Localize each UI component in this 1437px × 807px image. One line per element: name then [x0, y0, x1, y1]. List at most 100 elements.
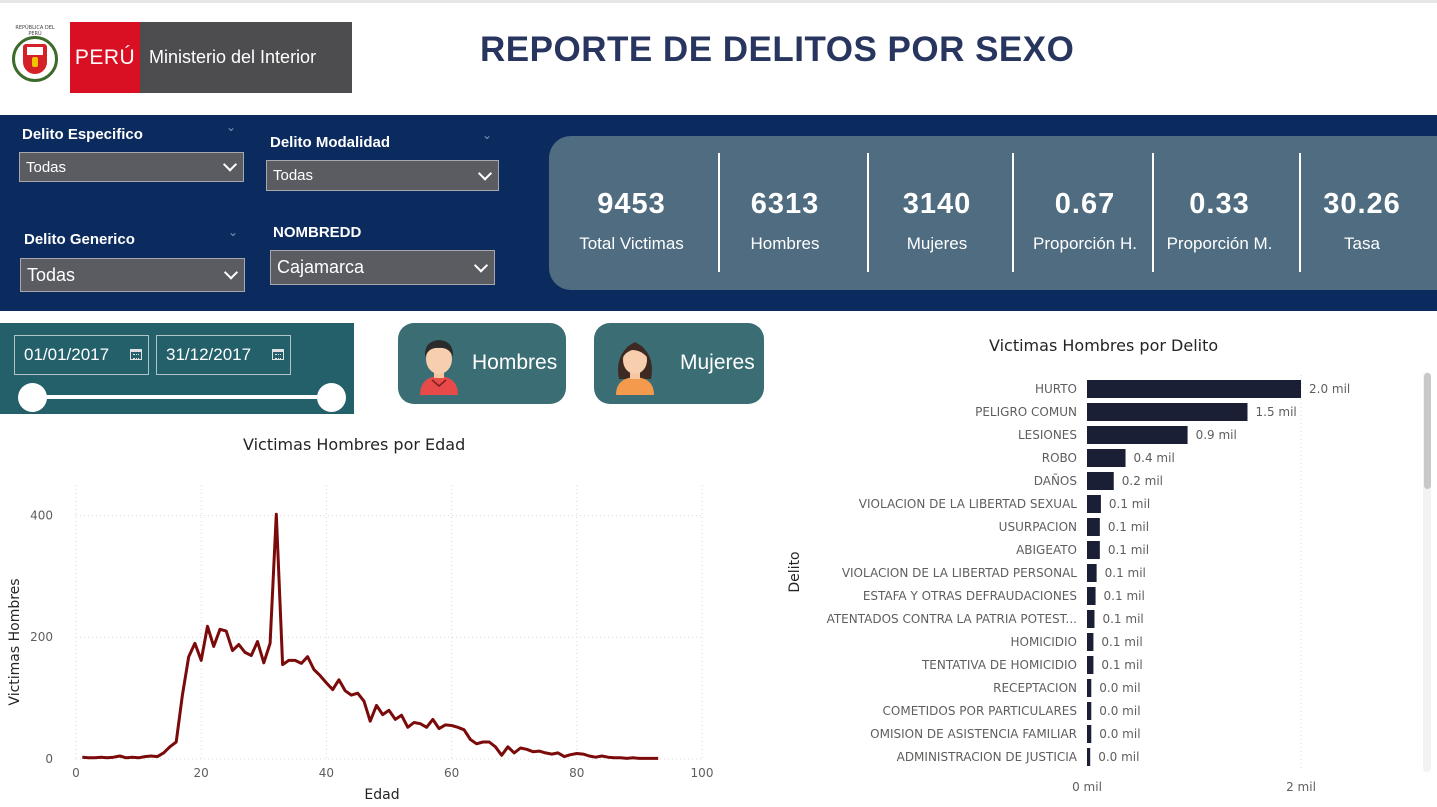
series-line-victimas-hombres — [82, 512, 659, 760]
y-tick-label: 200 — [30, 630, 53, 644]
date-slider-end-handle[interactable] — [317, 383, 346, 412]
bar — [1087, 702, 1092, 720]
data-label: 0.0 mil — [1099, 704, 1140, 718]
x-axis-label: Edad — [364, 787, 399, 803]
kpi-label: Proporción M. — [1166, 234, 1273, 253]
dropdown-nombredd[interactable]: Cajamarca — [270, 250, 495, 285]
x-tick-label: 40 — [319, 766, 334, 780]
category-label: LESIONES — [1018, 428, 1077, 442]
kpi-divider — [867, 153, 869, 272]
dropdown-delito-especifico[interactable]: Todas — [19, 152, 244, 182]
category-label: DAÑOS — [1034, 473, 1077, 488]
data-label: 0.0 mil — [1099, 681, 1140, 695]
x-tick-label: 60 — [444, 766, 459, 780]
bar — [1087, 449, 1126, 467]
bar — [1087, 472, 1114, 490]
peru-crest-icon: REPÚBLICA DEL PERÚ — [6, 22, 64, 93]
data-label: 0.1 mil — [1101, 635, 1142, 649]
top-border — [0, 0, 1437, 3]
peru-brand: PERÚ — [70, 22, 140, 93]
bar — [1087, 633, 1094, 651]
dropdown-delito-generico[interactable]: Todas — [20, 258, 245, 292]
category-label: VIOLACION DE LA LIBERTAD PERSONAL — [842, 566, 1077, 580]
date-range-slicer: 01/01/2017 31/12/2017 — [0, 323, 354, 414]
bar-chart-delito: HURTO 2.0 mil PELIGRO COMUN 1.5 mil LESIONES… — [787, 375, 1350, 794]
kpi-value: 9453 — [597, 188, 666, 220]
start-date-input[interactable]: 01/01/2017 — [14, 335, 149, 375]
kpi-mujeres: 3140 Mujeres — [871, 136, 1003, 290]
chevron-down-icon[interactable]: ⌄ — [226, 120, 236, 134]
kpi-label: Hombres — [750, 234, 820, 253]
chevron-down-icon — [473, 257, 489, 273]
dropdown-value: Todas — [26, 158, 67, 176]
kpi-panel: 9453 Total Victimas 6313 Hombres 3140 Mu… — [549, 136, 1437, 290]
category-label: HURTO — [1035, 382, 1077, 396]
date-slider-track[interactable] — [32, 395, 331, 399]
category-label: ADMINISTRACION DE JUSTICIA — [897, 750, 1078, 764]
data-label: 0.1 mil — [1108, 543, 1149, 557]
data-label: 0.1 mil — [1108, 520, 1149, 534]
calendar-icon[interactable] — [272, 349, 284, 360]
kpi-value: 6313 — [750, 188, 820, 220]
bar-chart-scroll-thumb[interactable] — [1424, 373, 1431, 489]
kpi-label: Tasa — [1344, 234, 1380, 253]
y-axis-label: Delito — [787, 551, 803, 592]
y-tick-label: 400 — [30, 508, 53, 522]
kpi-label: Mujeres — [906, 234, 968, 253]
chevron-down-icon[interactable]: ⌄ — [228, 225, 238, 239]
ministry-logo: REPÚBLICA DEL PERÚ PERÚ Ministerio del I… — [6, 22, 352, 93]
category-label: OMISION DE ASISTENCIA FAMILIAR — [870, 727, 1077, 741]
category-label: ABIGEATO — [1016, 543, 1077, 557]
x-tick-label: 2 mil — [1286, 780, 1316, 794]
bar — [1087, 679, 1092, 697]
slicer-label-delito-especifico: Delito Especifico — [22, 126, 143, 143]
data-label: 0.9 mil — [1196, 428, 1237, 442]
mujeres-button[interactable]: Mujeres — [594, 323, 764, 404]
kpi-proporcion-h: 0.67 Proporción H. — [1021, 136, 1149, 290]
date-slider-start-handle[interactable] — [18, 383, 47, 412]
end-date-input[interactable]: 31/12/2017 — [156, 335, 291, 375]
bar — [1087, 610, 1095, 628]
category-label: ATENTADOS CONTRA LA PATRIA POTEST... — [827, 612, 1077, 626]
data-label: 0.1 mil — [1104, 589, 1145, 603]
data-label: 1.5 mil — [1256, 405, 1297, 419]
bar — [1087, 725, 1092, 743]
bar — [1087, 495, 1101, 513]
bar-chart-title: Victimas Hombres por Delito — [989, 336, 1219, 355]
dashboard-page: REPÚBLICA DEL PERÚ PERÚ Ministerio del I… — [0, 0, 1437, 807]
end-date-value: 31/12/2017 — [166, 345, 252, 364]
bar — [1087, 587, 1096, 605]
hombres-button[interactable]: Hombres — [398, 323, 566, 404]
chevron-down-icon — [477, 165, 493, 181]
category-label: VIOLACION DE LA LIBERTAD SEXUAL — [859, 497, 1078, 511]
bar — [1087, 541, 1100, 559]
data-label: 0.1 mil — [1109, 497, 1150, 511]
line-chart-title: Victimas Hombres por Edad — [243, 435, 466, 454]
kpi-value: 0.33 — [1189, 188, 1250, 220]
start-date-value: 01/01/2017 — [24, 345, 110, 364]
data-label: 0.0 mil — [1098, 750, 1139, 764]
data-label: 2.0 mil — [1309, 382, 1350, 396]
chevron-down-icon[interactable]: ⌄ — [482, 128, 492, 142]
data-label: 0.4 mil — [1134, 451, 1175, 465]
page-title: REPORTE DE DELITOS POR SEXO — [480, 30, 1075, 69]
bar — [1087, 403, 1248, 421]
dropdown-delito-modalidad[interactable]: Todas — [266, 160, 499, 191]
calendar-icon[interactable] — [130, 349, 142, 360]
kpi-divider — [1012, 153, 1014, 272]
slicer-label-delito-generico: Delito Generico — [24, 231, 135, 248]
bar — [1087, 656, 1094, 674]
y-axis-label: Victimas Hombres — [7, 578, 23, 705]
category-label: PELIGRO COMUN — [975, 405, 1077, 419]
ministry-name: Ministerio del Interior — [140, 22, 352, 93]
chevron-down-icon — [223, 265, 239, 280]
chevron-down-icon — [222, 157, 238, 172]
data-label: 0.2 mil — [1122, 474, 1163, 488]
line-chart-edad: 0 20 40 60 80 100 0 200 400 Edad Victimas Hombres — [7, 485, 713, 803]
kpi-divider — [1152, 153, 1154, 272]
category-label: COMETIDOS POR PARTICULARES — [883, 704, 1077, 718]
kpi-total-victimas: 9453 Total Victimas — [564, 136, 699, 290]
dropdown-value: Todas — [273, 167, 314, 184]
slicer-label-delito-modalidad: Delito Modalidad — [270, 134, 390, 151]
category-label: RECEPTACION — [993, 681, 1077, 695]
